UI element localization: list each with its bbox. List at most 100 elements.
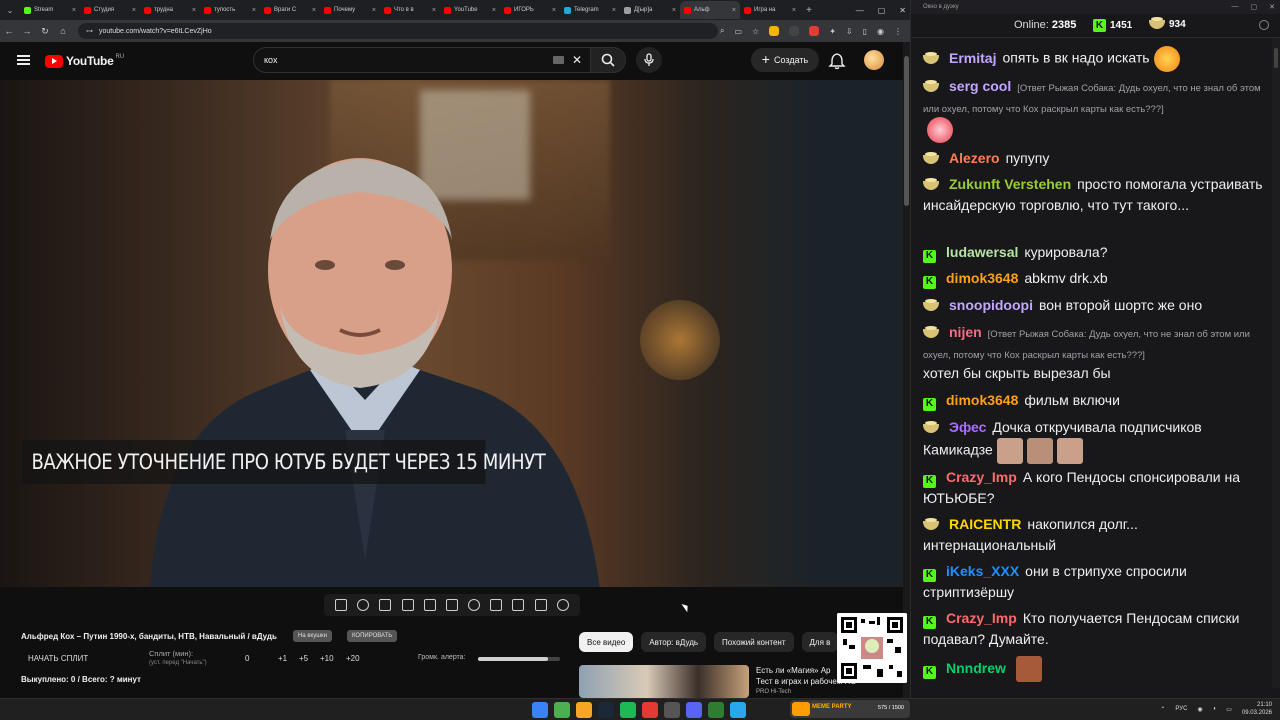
speed-icon[interactable] [468,599,481,611]
extension-icon[interactable] [809,26,820,36]
youtube-logo[interactable]: YouTube RU [45,54,124,68]
windows-start-icon[interactable] [532,702,548,718]
split-value-button[interactable]: +1 [278,654,287,663]
browser-tab[interactable]: Почему × [320,1,380,19]
close-tab-icon[interactable]: × [732,7,736,14]
side-panel-icon[interactable]: ▯ [863,27,867,36]
spotify-icon[interactable] [620,702,636,718]
app-icon[interactable] [708,702,724,718]
home-icon[interactable]: ⌂ [54,26,72,36]
close-tab-icon[interactable]: × [792,7,796,14]
audio-icon[interactable] [357,599,370,611]
chat-username[interactable]: Эфес [949,419,986,435]
extension-icon[interactable] [769,26,780,36]
folder-icon[interactable] [576,702,592,718]
split-value-button[interactable]: +20 [346,654,360,663]
chip-button[interactable]: На вкушки [293,630,333,642]
avatar[interactable] [864,50,884,70]
chat-username[interactable]: Crazy_Imp [946,610,1017,626]
filter-chip[interactable]: Похожий контент [714,632,794,652]
clapper-icon[interactable] [401,599,414,611]
picture-in-picture-icon[interactable] [423,599,436,611]
telegram-icon[interactable] [730,702,746,718]
filter-chip[interactable]: Для в [801,632,839,652]
filter-chip[interactable]: Все видео [579,632,634,652]
filter-chip[interactable]: Автор: вДудь [641,632,707,652]
zoom-icon[interactable]: ⌕ [720,26,724,36]
loop-icon[interactable] [335,599,348,611]
chat-username[interactable]: RAICENTR [949,516,1021,532]
close-tab-icon[interactable]: × [612,7,616,14]
start-split-button[interactable]: НАЧАТЬ СПЛИТ [28,654,88,663]
browser-tab[interactable]: трудна × [140,1,200,19]
tray-chevron-icon[interactable]: ⌃ [1160,706,1165,713]
page-scrollbar-thumb[interactable] [904,56,909,206]
network-icon[interactable]: ◉ [1197,706,1202,713]
app-icon[interactable] [664,702,680,718]
settings-gear-icon[interactable] [556,599,569,611]
url-field[interactable]: ⊶ youtube.com/watch?v=e6tLCevZjHo [78,23,718,39]
close-icon[interactable]: ✕ [1269,3,1275,11]
cinema-icon[interactable] [445,599,458,611]
flask-icon[interactable] [534,599,547,611]
battery-icon[interactable]: ▭ [1226,706,1232,713]
chat-username[interactable]: Crazy_Imp [946,469,1017,485]
split-value-button[interactable]: +5 [299,654,308,663]
menu-icon[interactable] [17,55,30,65]
close-tab-icon[interactable]: × [252,7,256,14]
chat-username[interactable]: dimok3648 [946,392,1018,408]
chat-username[interactable]: ludawersal [946,244,1018,260]
back-icon[interactable]: ← [0,26,18,36]
clock[interactable]: 21:10 09.03.2026 [1242,701,1272,717]
browser-tab[interactable]: ИГОРЬ × [500,1,560,19]
alert-volume-slider[interactable] [478,657,560,661]
page-scrollbar[interactable] [903,42,910,698]
browser-tab[interactable]: Stream × [20,1,80,19]
notifications-bell-icon[interactable] [828,52,846,70]
language-indicator[interactable]: РУС [1175,706,1187,712]
cast-icon[interactable]: ▭ [734,27,742,36]
download-icon[interactable]: ⇩ [846,27,853,36]
close-tab-icon[interactable]: × [192,7,196,14]
close-icon[interactable]: ✕ [899,6,906,15]
volume-icon[interactable]: ◖ [1213,706,1217,712]
chat-username[interactable]: Alezero [949,150,1000,166]
copy-button[interactable]: КОПИРОВАТЬ [347,630,398,642]
close-tab-icon[interactable]: × [552,7,556,14]
recommended-thumbnail[interactable] [579,665,749,698]
create-button[interactable]: + Создать [751,48,819,72]
video-player[interactable]: ВАЖНОЕ УТОЧНЕНИЕ ПРО ЮТУБ БУДЕТ ЧЕРЕЗ 15… [0,80,903,587]
chat-username[interactable]: Nnndrew [946,660,1006,676]
split-value-button[interactable]: 0 [245,654,249,663]
browser-tab[interactable]: Что в в × [380,1,440,19]
minimize-icon[interactable]: — [856,6,864,15]
keyboard-icon[interactable] [553,56,564,64]
browser-tab[interactable]: тупость × [200,1,260,19]
site-info-icon[interactable]: ⊶ [86,27,94,35]
browser-tab[interactable]: YouTube × [440,1,500,19]
chat-username[interactable]: snoopidoopi [949,297,1033,313]
chat-username[interactable]: dimok3648 [946,270,1018,286]
chat-scrollbar[interactable] [1272,38,1280,688]
record-icon[interactable] [379,599,392,611]
browser-tab[interactable]: Игра на × [740,1,800,19]
browser-tab[interactable]: Telegram × [560,1,620,19]
settings-icon[interactable] [1259,20,1269,30]
chat-username[interactable]: Zukunft Verstehen [949,176,1071,192]
maximize-icon[interactable]: ▢ [1251,3,1258,11]
extension-icon[interactable] [789,26,800,36]
browser-tab[interactable]: Альф × [680,1,740,19]
reload-icon[interactable]: ↻ [36,26,54,37]
menu-dots-icon[interactable]: ⋮ [894,27,902,36]
close-tab-icon[interactable]: × [432,7,436,14]
profile-icon[interactable]: ◉ [877,27,884,36]
add-video-icon[interactable] [490,599,503,611]
tab-search-icon[interactable]: ⌄ [0,0,20,20]
close-tab-icon[interactable]: × [72,7,76,14]
voice-search-button[interactable] [636,47,662,73]
minimize-icon[interactable]: — [1232,3,1239,11]
chat-username[interactable]: Ermitaj [949,50,996,66]
forward-icon[interactable]: → [18,26,36,36]
close-tab-icon[interactable]: × [312,7,316,14]
close-tab-icon[interactable]: × [672,7,676,14]
